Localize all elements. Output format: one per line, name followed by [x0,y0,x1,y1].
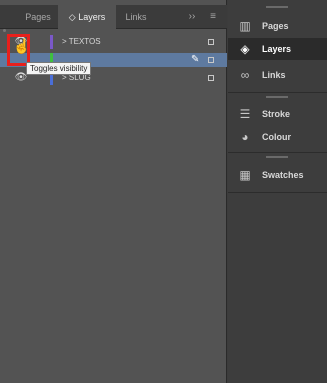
dock-layers[interactable]: ◈ Layers [228,38,327,60]
dock-stroke[interactable]: ☰ Stroke [228,103,327,125]
dock-links[interactable]: ∞ Links [228,64,327,86]
dock-grip[interactable] [266,96,288,98]
dock-grip[interactable] [266,6,288,8]
layer-name: > TEXTOS [62,37,101,46]
dock-separator [228,92,327,93]
collapse-panel-button[interactable]: ›› [182,5,202,29]
layer-color-bar [50,35,53,49]
stroke-icon: ☰ [239,107,251,121]
dock-pages[interactable]: ▥ Pages [228,15,327,37]
pages-icon: ▥ [239,19,251,33]
tab-layers[interactable]: ◇ Layers [58,5,116,30]
links-icon: ∞ [240,68,250,82]
dock-label: Layers [262,44,292,54]
dock-grip[interactable] [266,156,288,158]
panel-dock: ▥ Pages ◈ Layers ∞ Links ☰ Stroke ◕ Colo… [228,0,327,383]
panel-tab-bar: Pages ◇ Layers Links ›› ≡ [0,5,227,30]
panel-menu-button[interactable]: ≡ [204,5,222,29]
dock-label: Pages [262,21,289,31]
swatches-icon: ▦ [239,168,251,182]
dock-separator [228,192,327,193]
colour-icon: ◕ [241,130,249,144]
dock-label: Links [262,70,286,80]
pencil-icon: ✎ [191,54,200,65]
layers-panel: Pages ◇ Layers Links ›› ≡ 👁 > TEXTOS ✎ 👁… [0,0,227,383]
layers-icon: ◈ [240,42,250,56]
tab-pages[interactable]: Pages [18,5,58,29]
dock-label: Colour [262,132,291,142]
dock-label: Swatches [262,170,304,180]
layer-target-square[interactable] [208,57,214,63]
dock-separator [228,152,327,153]
dock-colour[interactable]: ◕ Colour [228,126,327,148]
dock-label: Stroke [262,109,291,119]
tooltip: Toggles visibility [26,62,92,75]
layer-row-textos[interactable]: 👁 > TEXTOS [0,35,227,49]
tab-links[interactable]: Links [118,5,154,29]
hand-cursor-icon: ☝ [13,38,31,54]
layer-target-square[interactable] [208,75,214,81]
grip-dot [3,29,6,32]
layer-target-square[interactable] [208,39,214,45]
indesign-window: Pages ◇ Layers Links ›› ≡ 👁 > TEXTOS ✎ 👁… [0,0,327,383]
dock-swatches[interactable]: ▦ Swatches [228,164,327,186]
